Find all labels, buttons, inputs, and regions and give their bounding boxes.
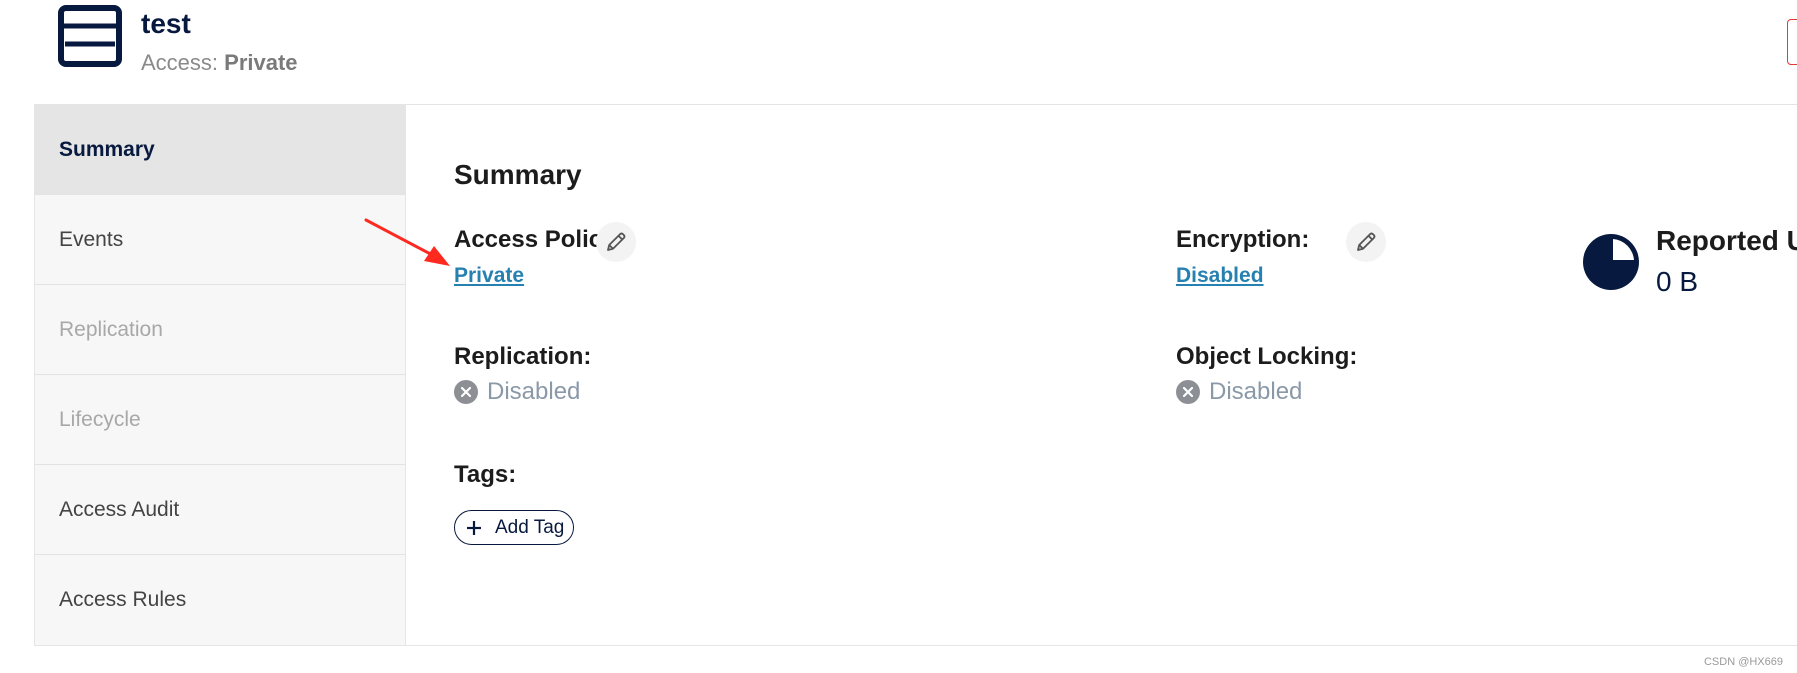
pencil-icon [607,232,626,251]
reported-usage-value: 0 B [1656,266,1699,297]
edit-encryption-button[interactable] [1346,222,1386,262]
access-value: Private [224,50,298,75]
sidebar-item-summary[interactable]: Summary [35,105,405,195]
watermark: CSDN @HX669 [1703,656,1783,668]
encryption-label: Encryption: [1176,226,1310,253]
object-locking-status-text: Disabled [1209,378,1303,405]
delete-bucket-button[interactable] [1787,19,1797,65]
annotation-arrow [364,218,450,266]
add-tag-button[interactable]: Add Tag [454,510,574,545]
disabled-x-icon [454,380,478,404]
tags-label: Tags: [454,461,517,488]
page-title: Summary [454,159,582,190]
access-policy-link[interactable]: Private [454,264,524,288]
add-tag-label: Add Tag [495,516,565,538]
replication-status-text: Disabled [487,378,581,405]
reported-usage-label: Reported Usage: [1656,225,1797,256]
bucket-details-panel: Summary Events Replication Lifecycle Acc… [34,104,1797,646]
sidebar-item-events[interactable]: Events [35,195,405,285]
plus-icon [467,520,481,535]
disabled-x-icon [1176,380,1200,404]
edit-access-policy-button[interactable] [596,222,636,262]
bucket-access-summary: Access: Private [141,50,298,76]
usage-pie-icon [1583,234,1639,290]
sidebar-item-access-audit[interactable]: Access Audit [35,465,405,555]
sidebar-item-replication: Replication [35,285,405,375]
access-prefix: Access: [141,50,225,75]
bucket-icon [58,5,122,67]
replication-status: Disabled [454,378,580,406]
bucket-sidebar: Summary Events Replication Lifecycle Acc… [35,105,406,645]
object-locking-status: Disabled [1176,378,1302,406]
replication-label: Replication: [454,343,592,370]
encryption-link[interactable]: Disabled [1176,264,1264,288]
sidebar-item-access-rules[interactable]: Access Rules [35,555,405,645]
summary-content: Summary Access Policy: Private Encryptio… [406,105,1797,645]
sidebar-item-lifecycle: Lifecycle [35,375,405,465]
object-locking-label: Object Locking: [1176,343,1358,370]
pencil-icon [1357,232,1376,251]
bucket-name: test [141,8,191,39]
